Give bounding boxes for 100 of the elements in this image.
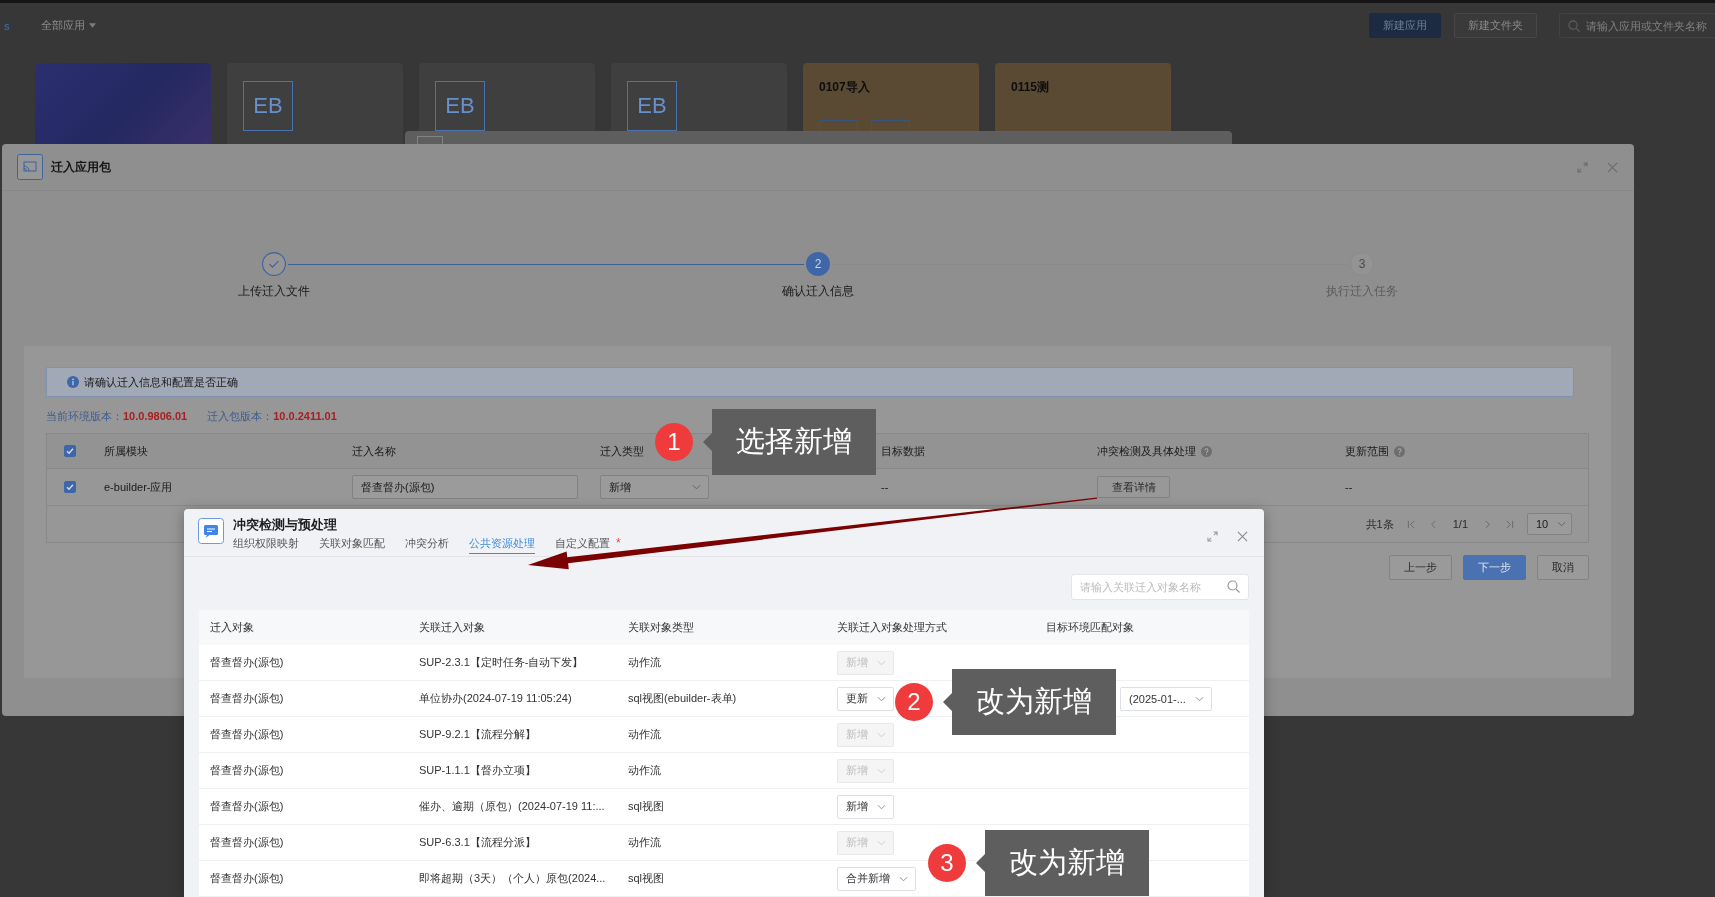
view-details-button[interactable]: 查看详情 (1097, 476, 1170, 498)
handling-select[interactable]: 新增 (837, 794, 894, 819)
chevron-down-icon (877, 803, 886, 810)
close-icon[interactable] (1237, 531, 1248, 542)
column-header: 迁入类型 (600, 443, 644, 459)
footer-button[interactable]: 下一步 (1463, 555, 1526, 580)
column-header: 关联迁入对象 (419, 620, 485, 635)
toolbar-button[interactable]: 新建文件夹 (1454, 13, 1537, 38)
chevron-down-icon (877, 767, 886, 774)
table-cell: sql视图 (628, 871, 665, 886)
screen-cast-icon (17, 154, 43, 180)
column-header: 目标环境匹配对象 (1046, 620, 1134, 635)
table-cell: 动作流 (628, 655, 661, 670)
column-header: 目标数据 (881, 443, 925, 459)
tab[interactable]: 冲突分析 (405, 536, 449, 554)
table-cell: SUP-9.2.1【流程分解】 (419, 727, 536, 742)
column-header: 更新范围 (1345, 443, 1389, 459)
checkbox[interactable] (64, 481, 76, 493)
toolbar-button[interactable]: 新建应用 (1369, 13, 1441, 38)
chevron-down-icon (877, 839, 886, 846)
search-icon (1568, 20, 1580, 32)
previous-page-icon[interactable] (1428, 518, 1438, 530)
dialog-title: 迁入应用包 (51, 158, 111, 176)
table-cell: 单位协办(2024-07-19 11:05:24) (419, 691, 572, 706)
app-card[interactable]: EB (227, 63, 403, 144)
table-cell: -- (1345, 481, 1353, 493)
last-page-icon[interactable] (1505, 518, 1514, 530)
card-title: 0107导入 (819, 80, 871, 95)
table-cell: SUP-6.3.1【流程分派】 (419, 835, 536, 850)
table-cell: SUP-2.3.1【定时任务-自动下发】 (419, 655, 584, 670)
illustration-placeholder[interactable] (35, 63, 211, 144)
chevron-down-icon (692, 484, 701, 490)
chevron-down-icon (1194, 695, 1204, 702)
help-icon[interactable] (1201, 445, 1212, 457)
handling-select[interactable]: 更新 (837, 686, 894, 711)
total-count: 共1条 (1365, 516, 1394, 532)
app-filter-dropdown[interactable]: 全部应用 (40, 18, 96, 33)
dialog-title: 冲突检测与预处理 (233, 517, 338, 533)
sidebar-edge-text: s (4, 19, 10, 32)
close-icon[interactable] (1607, 161, 1618, 173)
chevron-down-icon (899, 875, 908, 882)
step-number: 2 (806, 252, 830, 276)
expand-icon[interactable] (1577, 161, 1588, 173)
column-header: 迁入对象 (210, 620, 254, 635)
table-cell: 即将超期（3天）（个人）原包(2024... (419, 871, 606, 886)
version-number: 10.0.2411.01 (273, 410, 337, 422)
card-title: 0115测 (1011, 80, 1051, 95)
name-input-field[interactable]: 督查督办(源包) (352, 475, 578, 499)
column-header: 关联对象类型 (628, 620, 694, 635)
tab[interactable]: 组织权限映射 (233, 536, 299, 554)
table-cell: 动作流 (628, 835, 661, 850)
table-cell: 督查督办(源包) (210, 691, 284, 706)
chevron-down-icon (877, 731, 886, 738)
table-cell: 督查督办(源包) (210, 727, 284, 742)
first-page-icon[interactable] (1406, 518, 1416, 530)
table-cell: sql视图 (628, 799, 665, 814)
page-indicator: 1/1 (1452, 518, 1468, 530)
table-cell: 督查督办(源包) (210, 799, 284, 814)
handling-select[interactable]: 合并新增 (837, 866, 916, 891)
step-label: 确认迁入信息 (782, 283, 854, 299)
version-label: 迁入包版本： (207, 410, 274, 422)
table-cell: -- (881, 481, 889, 493)
callout: 选择新增 (703, 409, 876, 475)
help-icon[interactable] (1394, 445, 1405, 457)
checkbox[interactable] (64, 445, 76, 457)
tab[interactable]: 关联对象匹配 (319, 536, 385, 554)
caret-down-icon (88, 23, 96, 28)
table-cell: SUP-1.1.1【督办立项】 (419, 763, 536, 778)
footer-button[interactable]: 上一步 (1389, 555, 1452, 580)
column-header: 所属模块 (104, 443, 148, 459)
tab[interactable]: 公共资源处理 (469, 536, 535, 554)
step-number: 3 (1350, 252, 1374, 276)
app-logo: EB (243, 81, 293, 131)
type-select[interactable]: 新增 (600, 475, 709, 499)
expand-icon[interactable] (1207, 531, 1218, 542)
table-cell: 动作流 (628, 763, 661, 778)
table-cell: 催办、逾期（原包）(2024-07-19 11:... (419, 799, 605, 814)
table-cell: 督查督办(源包) (210, 655, 284, 670)
search-field[interactable]: 请输入应用或文件夹名称 (1559, 13, 1715, 38)
table-cell: 督查督办(源包) (210, 871, 284, 886)
chevron-down-icon (877, 659, 886, 666)
target-select[interactable]: (2025-01-... (1120, 686, 1212, 711)
table-cell: sql视图(ebuilder-表单) (628, 691, 737, 706)
search-icon (1227, 580, 1240, 593)
table-cell: e-builder-应用 (104, 479, 173, 495)
app-logo: EB (435, 81, 485, 131)
column-header: 冲突检测及具体处理 (1097, 443, 1196, 459)
notice-text: 请确认迁入信息和配置是否正确 (84, 374, 238, 390)
app-logo: EB (627, 81, 677, 131)
table-cell: 督查督办(源包) (210, 835, 284, 850)
table-cell: 督查督办(源包) (210, 763, 284, 778)
callout: 改为新增 (943, 669, 1116, 735)
footer-button[interactable]: 取消 (1537, 555, 1589, 580)
callout: 改为新增 (976, 830, 1149, 896)
version-number: 10.0.9806.01 (123, 410, 188, 422)
tab[interactable]: 自定义配置 * (555, 536, 621, 554)
chat-icon (198, 518, 224, 544)
column-header: 关联迁入对象处理方式 (837, 620, 947, 635)
next-page-icon[interactable] (1483, 518, 1492, 530)
page-size-select[interactable]: 10 (1527, 513, 1572, 535)
